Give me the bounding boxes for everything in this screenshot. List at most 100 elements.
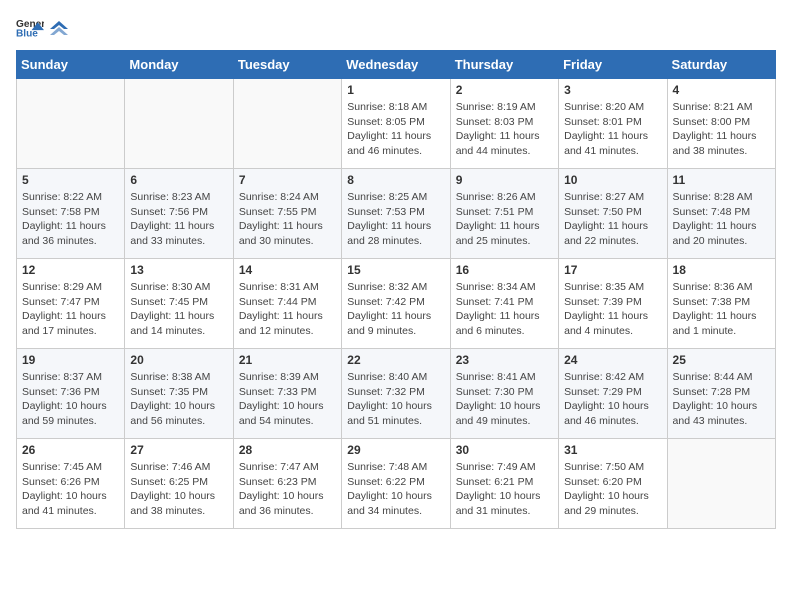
calendar-cell: 6 Sunrise: 8:23 AMSunset: 7:56 PMDaylight… [125,169,233,259]
day-number: 1 [347,83,444,97]
weekday-header-monday: Monday [125,51,233,79]
day-info: Sunrise: 8:44 AMSunset: 7:28 PMDaylight:… [673,370,770,429]
calendar-cell: 18 Sunrise: 8:36 AMSunset: 7:38 PMDayligh… [667,259,775,349]
calendar-cell: 9 Sunrise: 8:26 AMSunset: 7:51 PMDaylight… [450,169,558,259]
day-info: Sunrise: 8:36 AMSunset: 7:38 PMDaylight:… [673,280,770,339]
calendar-week-row: 19Sunrise: 8:37 AMSunset: 7:36 PMDayligh… [17,349,776,439]
weekday-header-row: SundayMondayTuesdayWednesdayThursdayFrid… [17,51,776,79]
day-info: Sunrise: 8:27 AMSunset: 7:50 PMDaylight:… [564,190,661,249]
calendar-cell: 14 Sunrise: 8:31 AMSunset: 7:44 PMDayligh… [233,259,341,349]
day-number: 6 [130,173,227,187]
calendar-cell: 27Sunrise: 7:46 AMSunset: 6:25 PMDayligh… [125,439,233,529]
logo-icon: General Blue [16,16,44,38]
calendar-cell: 12Sunrise: 8:29 AMSunset: 7:47 PMDayligh… [17,259,125,349]
calendar-cell: 13 Sunrise: 8:30 AMSunset: 7:45 PMDayligh… [125,259,233,349]
day-number: 9 [456,173,553,187]
day-info: Sunrise: 8:42 AMSunset: 7:29 PMDaylight:… [564,370,661,429]
calendar-cell: 11Sunrise: 8:28 AMSunset: 7:48 PMDayligh… [667,169,775,259]
day-number: 29 [347,443,444,457]
calendar-cell: 20Sunrise: 8:38 AMSunset: 7:35 PMDayligh… [125,349,233,439]
day-info: Sunrise: 7:48 AMSunset: 6:22 PMDaylight:… [347,460,444,519]
weekday-header-sunday: Sunday [17,51,125,79]
day-number: 11 [673,173,770,187]
calendar-week-row: 12Sunrise: 8:29 AMSunset: 7:47 PMDayligh… [17,259,776,349]
day-info: Sunrise: 8:39 AMSunset: 7:33 PMDaylight:… [239,370,336,429]
day-info: Sunrise: 7:47 AMSunset: 6:23 PMDaylight:… [239,460,336,519]
calendar-week-row: 1 Sunrise: 8:18 AMSunset: 8:05 PMDaylight… [17,79,776,169]
day-info: Sunrise: 8:21 AMSunset: 8:00 PMDaylight:… [673,100,770,159]
day-number: 14 [239,263,336,277]
calendar-cell: 29 Sunrise: 7:48 AMSunset: 6:22 PMDayligh… [342,439,450,529]
calendar-cell [667,439,775,529]
day-info: Sunrise: 8:31 AMSunset: 7:44 PMDaylight:… [239,280,336,339]
calendar-cell: 26 Sunrise: 7:45 AMSunset: 6:26 PMDayligh… [17,439,125,529]
calendar-cell: 25 Sunrise: 8:44 AMSunset: 7:28 PMDayligh… [667,349,775,439]
day-info: Sunrise: 8:24 AMSunset: 7:55 PMDaylight:… [239,190,336,249]
day-number: 31 [564,443,661,457]
day-info: Sunrise: 8:34 AMSunset: 7:41 PMDaylight:… [456,280,553,339]
day-number: 18 [673,263,770,277]
calendar-cell: 1 Sunrise: 8:18 AMSunset: 8:05 PMDaylight… [342,79,450,169]
day-info: Sunrise: 8:30 AMSunset: 7:45 PMDaylight:… [130,280,227,339]
calendar-cell: 31Sunrise: 7:50 AMSunset: 6:20 PMDayligh… [559,439,667,529]
weekday-header-thursday: Thursday [450,51,558,79]
day-number: 13 [130,263,227,277]
weekday-header-friday: Friday [559,51,667,79]
calendar-cell: 10 Sunrise: 8:27 AMSunset: 7:50 PMDayligh… [559,169,667,259]
day-number: 25 [673,353,770,367]
day-info: Sunrise: 8:19 AMSunset: 8:03 PMDaylight:… [456,100,553,159]
calendar-cell: 23Sunrise: 8:41 AMSunset: 7:30 PMDayligh… [450,349,558,439]
calendar-cell: 15 Sunrise: 8:32 AMSunset: 7:42 PMDayligh… [342,259,450,349]
calendar-cell: 8 Sunrise: 8:25 AMSunset: 7:53 PMDaylight… [342,169,450,259]
day-number: 23 [456,353,553,367]
day-number: 22 [347,353,444,367]
page-header: General Blue [16,16,776,38]
day-info: Sunrise: 8:40 AMSunset: 7:32 PMDaylight:… [347,370,444,429]
calendar-table: SundayMondayTuesdayWednesdayThursdayFrid… [16,50,776,529]
day-number: 21 [239,353,336,367]
calendar-cell: 2Sunrise: 8:19 AMSunset: 8:03 PMDaylight… [450,79,558,169]
day-number: 10 [564,173,661,187]
calendar-cell: 4 Sunrise: 8:21 AMSunset: 8:00 PMDaylight… [667,79,775,169]
day-number: 27 [130,443,227,457]
calendar-cell: 24 Sunrise: 8:42 AMSunset: 7:29 PMDayligh… [559,349,667,439]
calendar-cell [233,79,341,169]
day-number: 8 [347,173,444,187]
day-number: 26 [22,443,119,457]
day-number: 24 [564,353,661,367]
day-number: 19 [22,353,119,367]
logo-wave-icon [50,19,68,35]
weekday-header-wednesday: Wednesday [342,51,450,79]
calendar-cell: 19Sunrise: 8:37 AMSunset: 7:36 PMDayligh… [17,349,125,439]
day-info: Sunrise: 8:25 AMSunset: 7:53 PMDaylight:… [347,190,444,249]
day-number: 17 [564,263,661,277]
day-number: 3 [564,83,661,97]
day-info: Sunrise: 7:45 AMSunset: 6:26 PMDaylight:… [22,460,119,519]
calendar-cell: 30Sunrise: 7:49 AMSunset: 6:21 PMDayligh… [450,439,558,529]
calendar-cell: 28 Sunrise: 7:47 AMSunset: 6:23 PMDayligh… [233,439,341,529]
day-info: Sunrise: 8:23 AMSunset: 7:56 PMDaylight:… [130,190,227,249]
calendar-cell [17,79,125,169]
logo: General Blue [16,16,68,38]
weekday-header-saturday: Saturday [667,51,775,79]
day-number: 15 [347,263,444,277]
day-number: 16 [456,263,553,277]
day-number: 28 [239,443,336,457]
day-info: Sunrise: 8:32 AMSunset: 7:42 PMDaylight:… [347,280,444,339]
calendar-week-row: 26 Sunrise: 7:45 AMSunset: 6:26 PMDayligh… [17,439,776,529]
calendar-cell: 17 Sunrise: 8:35 AMSunset: 7:39 PMDayligh… [559,259,667,349]
day-info: Sunrise: 8:26 AMSunset: 7:51 PMDaylight:… [456,190,553,249]
weekday-header-tuesday: Tuesday [233,51,341,79]
calendar-cell [125,79,233,169]
calendar-cell: 21 Sunrise: 8:39 AMSunset: 7:33 PMDayligh… [233,349,341,439]
day-number: 12 [22,263,119,277]
day-number: 4 [673,83,770,97]
day-number: 5 [22,173,119,187]
day-number: 20 [130,353,227,367]
day-info: Sunrise: 8:22 AMSunset: 7:58 PMDaylight:… [22,190,119,249]
calendar-cell: 5 Sunrise: 8:22 AMSunset: 7:58 PMDaylight… [17,169,125,259]
day-info: Sunrise: 7:49 AMSunset: 6:21 PMDaylight:… [456,460,553,519]
day-info: Sunrise: 8:18 AMSunset: 8:05 PMDaylight:… [347,100,444,159]
calendar-cell: 3Sunrise: 8:20 AMSunset: 8:01 PMDaylight… [559,79,667,169]
day-info: Sunrise: 8:35 AMSunset: 7:39 PMDaylight:… [564,280,661,339]
